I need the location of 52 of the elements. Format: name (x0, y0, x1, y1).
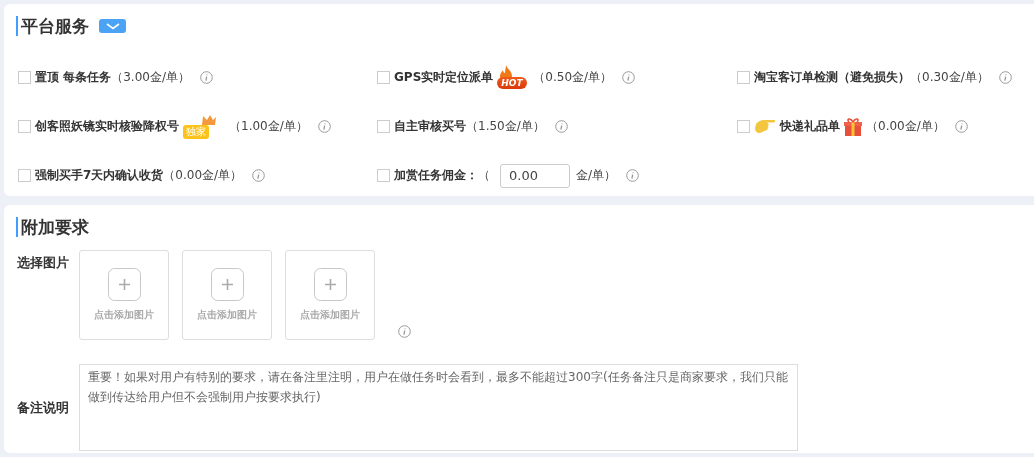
price-text: （0.30金/单） (910, 69, 989, 86)
price-text: （1.00金/单） (229, 118, 308, 135)
service-label: 自主审核买号 (394, 118, 466, 135)
price-text: （1.50金/单） (466, 118, 545, 135)
checkbox[interactable] (18, 71, 31, 84)
service-label: 加赏任务佣金： (394, 167, 478, 184)
hot-badge: HOT (497, 64, 532, 91)
plus-icon (107, 268, 141, 301)
price-text: （0.00金/单） (163, 167, 243, 184)
service-label: 快递礼品单 (780, 118, 840, 135)
checkbox[interactable] (737, 71, 750, 84)
exclusive-badge: 独家 (183, 113, 217, 140)
price-text: （0.50金/单） (533, 69, 613, 86)
add-image-button[interactable]: 点击添加图片 (79, 250, 169, 340)
plus-icon (210, 268, 244, 301)
checkbox[interactable] (18, 120, 31, 133)
service-label: 淘宝客订单检测（避免损失） (754, 69, 910, 86)
service-label: 强制买手7天内确认收货 (35, 167, 164, 184)
info-icon[interactable] (626, 169, 640, 182)
info-icon[interactable] (998, 71, 1012, 84)
info-icon[interactable] (554, 120, 568, 133)
bonus-input[interactable]: 0.00 (500, 163, 570, 188)
collapse-button[interactable] (99, 19, 126, 33)
plus-icon (313, 268, 347, 301)
info-icon[interactable] (398, 325, 411, 338)
checkbox[interactable] (377, 71, 390, 84)
chevron-down-icon (105, 22, 120, 30)
info-icon[interactable] (622, 71, 636, 84)
price-text: 金/单） (576, 167, 617, 184)
info-icon[interactable] (199, 71, 213, 84)
add-image-button[interactable]: 点击添加图片 (182, 250, 272, 340)
section-title: 附加要求 (21, 215, 89, 239)
field-label: 备注说明 (16, 398, 70, 417)
add-image-button[interactable]: 点击添加图片 (285, 250, 375, 340)
service-label: 置顶 每条任务 (35, 69, 112, 86)
info-icon[interactable] (954, 120, 968, 133)
price-text: （0.00金/单） (866, 118, 945, 135)
service-label: GPS实时定位派单 (394, 69, 494, 86)
info-icon[interactable] (252, 169, 266, 182)
price-text: （3.00金/单） (111, 69, 190, 86)
section-title: 平台服务 (21, 14, 89, 38)
info-icon[interactable] (317, 120, 331, 133)
pointing-hand-icon (754, 117, 776, 136)
checkbox[interactable] (377, 169, 390, 182)
checkbox[interactable] (737, 120, 750, 133)
gift-icon (843, 116, 863, 137)
service-label: 创客照妖镜实时核验降权号 (35, 118, 179, 135)
checkbox[interactable] (377, 120, 390, 133)
price-text: （ (478, 167, 490, 184)
remarks-field[interactable]: 重要！如果对用户有特别的要求，请在备注里注明，用户在做任务时会看到，最多不能超过300字(任务备注只是商家要求，我们只能做到传达给用户但不会强制用户按要求执行) (79, 364, 798, 451)
checkbox[interactable] (18, 169, 31, 182)
field-label: 选择图片 (16, 254, 70, 272)
